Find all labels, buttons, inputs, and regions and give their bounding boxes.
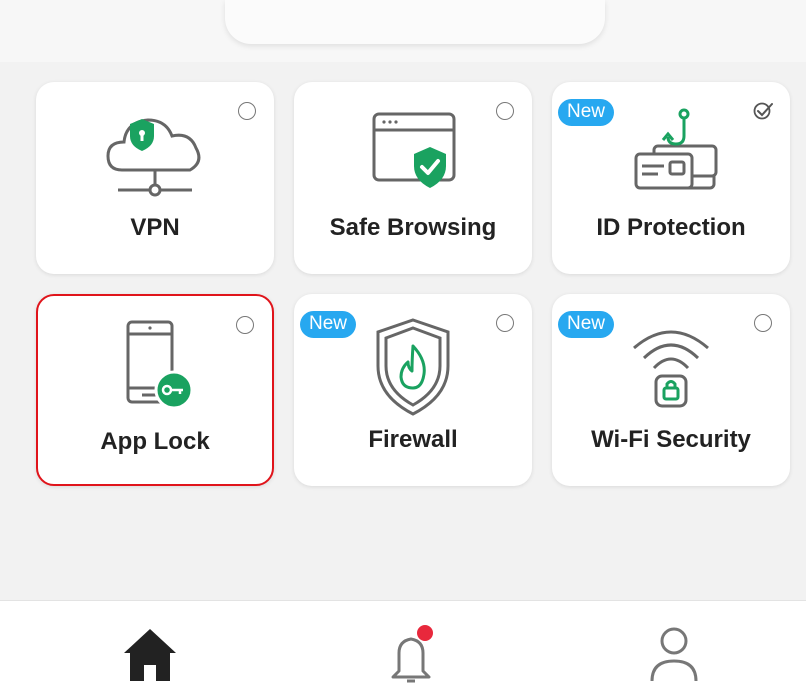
top-banner xyxy=(0,0,806,62)
tile-label: Wi-Fi Security xyxy=(591,426,751,453)
radio-unchecked-icon[interactable] xyxy=(496,314,514,332)
safe-browsing-icon xyxy=(372,112,456,188)
tile-vpn[interactable]: VPN xyxy=(36,82,274,274)
tile-safe-browsing[interactable]: Safe Browsing xyxy=(294,82,532,274)
tile-label: App Lock xyxy=(100,428,210,455)
new-badge: New xyxy=(558,99,615,126)
tile-label: ID Protection xyxy=(596,214,746,241)
tile-app-lock[interactable]: App Lock xyxy=(36,294,274,486)
bottom-nav xyxy=(0,600,806,683)
header-pill xyxy=(225,0,605,44)
radio-unchecked-icon[interactable] xyxy=(236,316,254,334)
firewall-icon xyxy=(376,318,450,416)
vpn-cloud-icon xyxy=(106,118,201,197)
tile-label: Firewall xyxy=(368,426,458,453)
new-badge: New xyxy=(558,311,615,338)
tile-id-protection[interactable]: New ID Protection xyxy=(552,82,790,274)
notification-dot xyxy=(417,625,433,641)
checked-icon[interactable] xyxy=(752,100,774,122)
id-protection-icon xyxy=(634,108,718,190)
radio-unchecked-icon[interactable] xyxy=(754,314,772,332)
tile-wifi-security[interactable]: New Wi-Fi Security xyxy=(552,294,790,486)
user-icon[interactable] xyxy=(644,619,704,683)
radio-unchecked-icon[interactable] xyxy=(496,102,514,120)
home-icon[interactable] xyxy=(120,619,180,683)
tile-label: VPN xyxy=(130,214,180,241)
tile-firewall[interactable]: New Firewall xyxy=(294,294,532,486)
tile-label: Safe Browsing xyxy=(329,214,497,241)
new-badge: New xyxy=(300,311,357,338)
app-lock-icon xyxy=(126,320,194,410)
bell-icon[interactable] xyxy=(381,619,441,683)
wifi-security-icon xyxy=(633,330,709,408)
radio-unchecked-icon[interactable] xyxy=(238,102,256,120)
